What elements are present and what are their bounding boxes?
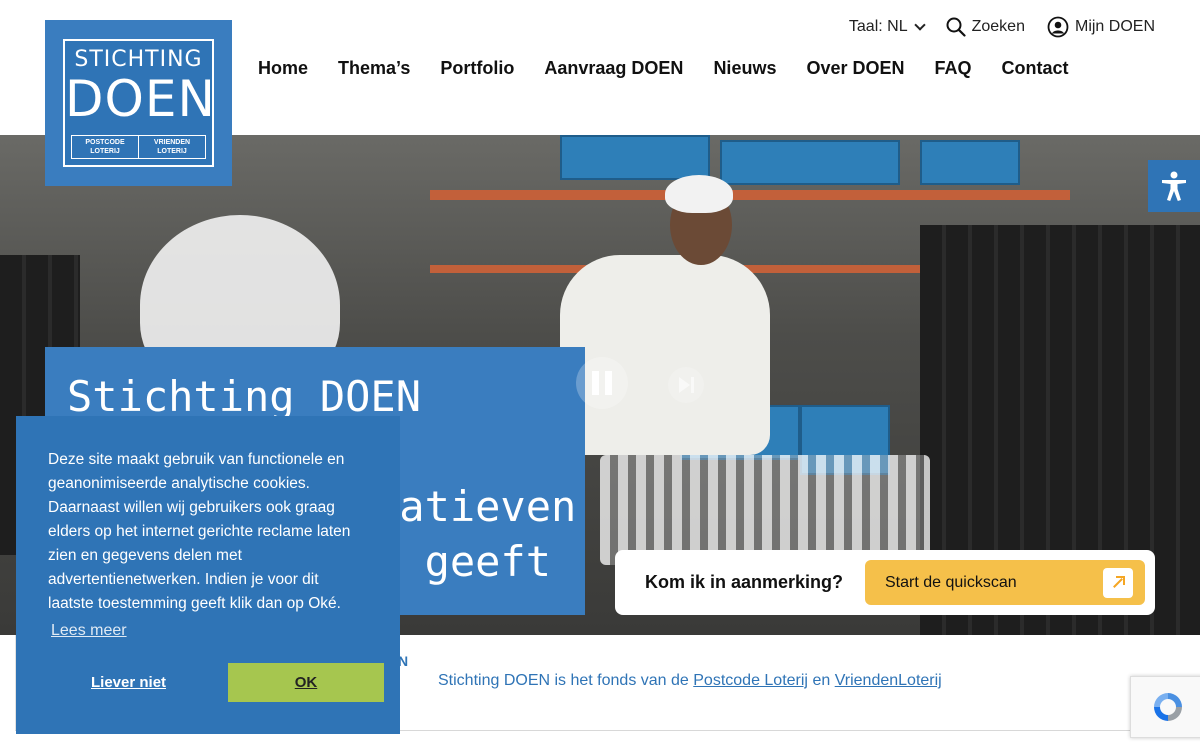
next-slide-button[interactable] bbox=[668, 367, 704, 403]
utility-bar: Taal: NL Zoeken Mijn DOEN bbox=[849, 16, 1155, 38]
cookie-accept-button[interactable]: OK bbox=[228, 663, 384, 702]
logo-partners: POSTCODE LOTERIJ VRIENDEN LOTERIJ bbox=[71, 135, 206, 159]
quickscan-button-label: Start de quickscan bbox=[885, 573, 1017, 591]
logo-top-text: STICHTING bbox=[74, 47, 203, 72]
nav-faq[interactable]: FAQ bbox=[935, 58, 972, 79]
background-shelf bbox=[430, 190, 1070, 200]
search-icon bbox=[946, 17, 966, 37]
logo-partner-vrienden: VRIENDEN LOTERIJ bbox=[138, 136, 205, 158]
user-circle-icon bbox=[1047, 16, 1069, 38]
background-crate bbox=[720, 140, 900, 185]
main-navigation: Home Thema’s Portfolio Aanvraag DOEN Nie… bbox=[258, 58, 1069, 79]
cookie-actions: Liever niet OK bbox=[64, 663, 384, 702]
language-switch[interactable]: Taal: NL bbox=[848, 18, 926, 36]
logo-partner-postcode: POSTCODE LOTERIJ bbox=[85, 139, 125, 155]
nav-themas[interactable]: Thema’s bbox=[338, 58, 410, 79]
logo-mark: STICHTING DOEN POSTCODE LOTERIJ VRIENDEN… bbox=[63, 39, 216, 167]
nav-portfolio[interactable]: Portfolio bbox=[440, 58, 514, 79]
skip-next-icon bbox=[678, 377, 690, 393]
funding-text-mid: en bbox=[812, 672, 831, 689]
funding-text-prefix: Stichting DOEN is het fonds van de bbox=[438, 672, 689, 689]
language-label: Taal: NL bbox=[848, 18, 908, 35]
cookie-read-more-link[interactable]: Lees meer bbox=[51, 622, 127, 640]
site-logo[interactable]: STICHTING DOEN POSTCODE LOTERIJ VRIENDEN… bbox=[45, 20, 232, 186]
cookie-message: Deze site maakt gebruik van functionele … bbox=[48, 451, 351, 612]
background-crate bbox=[920, 140, 1020, 185]
recaptcha-icon bbox=[1153, 693, 1182, 721]
search-button[interactable]: Zoeken bbox=[946, 17, 1025, 37]
cookie-decline-button[interactable]: Liever niet bbox=[64, 674, 204, 691]
nav-aanvraag[interactable]: Aanvraag DOEN bbox=[544, 58, 683, 79]
vriendenloterij-link[interactable]: VriendenLoterij bbox=[835, 672, 942, 689]
chevron-down-icon bbox=[913, 19, 926, 31]
pause-button[interactable] bbox=[576, 357, 628, 409]
nav-nieuws[interactable]: Nieuws bbox=[713, 58, 776, 79]
nav-home[interactable]: Home bbox=[258, 58, 308, 79]
nav-over[interactable]: Over DOEN bbox=[806, 58, 904, 79]
accessibility-icon bbox=[1162, 171, 1186, 201]
bottle-line bbox=[600, 455, 930, 565]
quickscan-panel: Kom ik in aanmerking? Start de quickscan bbox=[615, 550, 1155, 615]
background-crate bbox=[560, 135, 710, 180]
my-account-label: Mijn DOEN bbox=[1074, 18, 1155, 35]
accessibility-button[interactable] bbox=[1148, 160, 1200, 212]
pause-icon bbox=[605, 371, 612, 395]
worker-figure bbox=[665, 175, 733, 213]
search-label: Zoeken bbox=[971, 18, 1025, 35]
funding-text: Stichting DOEN is het fonds van de Postc… bbox=[438, 672, 942, 690]
skip-next-icon bbox=[690, 377, 694, 393]
worker-figure bbox=[560, 255, 770, 455]
arrow-up-right-icon bbox=[1103, 567, 1133, 598]
nav-contact[interactable]: Contact bbox=[1002, 58, 1069, 79]
my-account-link[interactable]: Mijn DOEN bbox=[1047, 16, 1155, 38]
recaptcha-badge[interactable] bbox=[1130, 676, 1200, 738]
pause-icon bbox=[592, 371, 599, 395]
logo-main-text: DOEN bbox=[65, 70, 216, 128]
quickscan-label: Kom ik in aanmerking? bbox=[645, 572, 844, 592]
start-quickscan-button[interactable]: Start de quickscan bbox=[865, 560, 1145, 605]
postcode-loterij-link[interactable]: Postcode Loterij bbox=[693, 672, 808, 689]
